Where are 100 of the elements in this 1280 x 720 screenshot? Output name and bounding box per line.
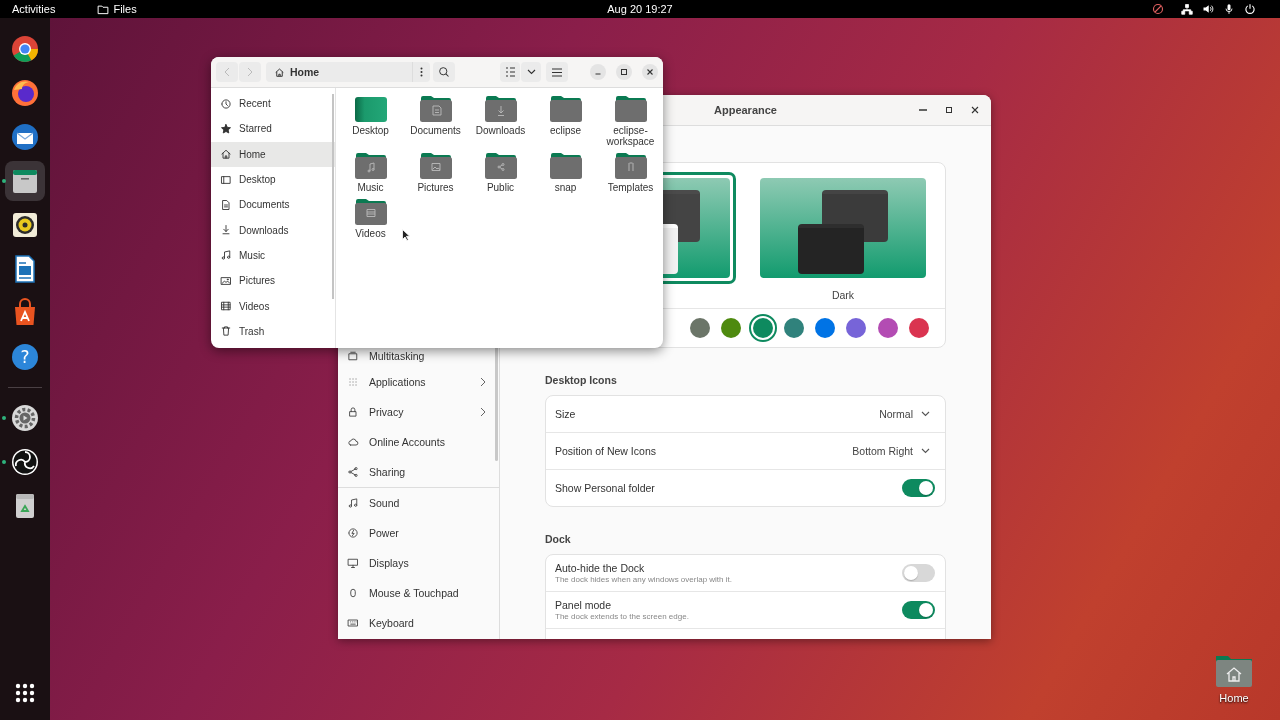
- share-icon: [347, 466, 359, 478]
- sidebar-item[interactable]: Online Accounts: [338, 427, 499, 457]
- accent-color-swatch[interactable]: [689, 318, 710, 338]
- sidebar-item[interactable]: Videos: [211, 293, 335, 319]
- window-title: Appearance: [714, 104, 777, 116]
- accent-color-swatch[interactable]: [783, 318, 804, 338]
- sidebar-item[interactable]: Keyboard: [338, 608, 499, 638]
- light-style-preview[interactable]: [661, 172, 736, 284]
- folder-music-icon[interactable]: [354, 153, 387, 179]
- chevron-down-icon: [526, 69, 536, 75]
- speaker-icon: [10, 210, 40, 240]
- lock-icon: [347, 406, 359, 418]
- folder-document-icon[interactable]: [419, 96, 452, 122]
- sidebar-item[interactable]: Desktop: [211, 166, 335, 193]
- dock-item[interactable]: [5, 161, 45, 201]
- sidebar-item[interactable]: Home: [211, 141, 335, 167]
- chevron-down-icon: [921, 411, 930, 417]
- search-icon: [438, 66, 450, 78]
- sidebar-item[interactable]: Applications: [338, 367, 499, 397]
- file-label: Desktop: [352, 125, 389, 136]
- folder-download-icon[interactable]: [484, 96, 517, 122]
- list-icon: [504, 67, 516, 77]
- close-icon: [970, 105, 980, 115]
- chevron-right-icon: [479, 407, 487, 417]
- sidebar-item[interactable]: Downloads: [211, 217, 335, 243]
- star-icon: [220, 122, 232, 135]
- sidebar-item[interactable]: Mouse & Touchpad: [338, 578, 499, 608]
- folder-film-icon[interactable]: [354, 199, 387, 225]
- folder-icon[interactable]: [549, 153, 582, 179]
- file-label: snap: [554, 182, 577, 193]
- record-icon[interactable]: [1152, 3, 1164, 15]
- accent-color-swatch[interactable]: [877, 318, 898, 338]
- sidebar-item[interactable]: Starred: [211, 116, 335, 142]
- browser-icon: [10, 34, 40, 64]
- cloud-icon: [347, 436, 359, 448]
- minimize-icon: [919, 109, 927, 111]
- app-menu[interactable]: Files: [91, 2, 143, 16]
- clock[interactable]: Aug 20 19:27: [601, 3, 679, 15]
- dropdown[interactable]: Bottom Right: [846, 441, 936, 461]
- file-label: Public: [486, 182, 515, 193]
- close-button[interactable]: [642, 64, 658, 80]
- folder-share-icon[interactable]: [484, 153, 517, 179]
- grid-icon: [347, 376, 359, 388]
- menu-button[interactable]: [546, 62, 568, 82]
- accent-color-swatch[interactable]: [815, 318, 836, 338]
- dropdown[interactable]: Normal: [873, 404, 936, 424]
- keyboard-icon: [347, 617, 359, 629]
- file-label: Videos: [355, 228, 386, 239]
- section-heading: Dock: [545, 533, 572, 545]
- more-icon: [420, 67, 423, 77]
- accent-color-swatch[interactable]: [909, 318, 929, 338]
- row-label: Panel mode: [555, 599, 613, 611]
- sidebar-item[interactable]: Power: [338, 518, 499, 548]
- rings-icon: [10, 447, 40, 477]
- sidebar-item[interactable]: Privacy: [338, 397, 499, 427]
- file-label: eclipse-workspace: [605, 125, 656, 147]
- image-icon: [220, 274, 232, 287]
- row-label: Size: [555, 408, 577, 420]
- chevron-left-icon: [223, 67, 231, 77]
- maximize-button[interactable]: [616, 64, 632, 80]
- file-label: eclipse: [549, 125, 582, 136]
- minimize-button[interactable]: [590, 64, 606, 80]
- sidebar-item[interactable]: Sound: [338, 488, 499, 518]
- volume-icon[interactable]: [1202, 3, 1214, 15]
- home-icon: [220, 148, 232, 161]
- folder-icon[interactable]: [549, 96, 582, 122]
- microphone-icon[interactable]: [1223, 3, 1235, 15]
- activities-button[interactable]: Activities: [6, 2, 62, 16]
- folder-template-icon[interactable]: [614, 153, 647, 179]
- desktop-folder-icon[interactable]: [354, 96, 387, 122]
- folder-icon[interactable]: [614, 96, 647, 122]
- list-view-button[interactable]: [500, 62, 520, 82]
- sidebar-item[interactable]: Documents: [211, 192, 335, 218]
- sidebar-item[interactable]: Trash: [211, 318, 335, 344]
- sidebar-item[interactable]: Music: [211, 242, 335, 269]
- sidebar-item[interactable]: Sharing: [338, 457, 499, 487]
- accent-color-swatch[interactable]: [846, 318, 867, 338]
- mouse-icon: [347, 587, 359, 599]
- folder-image-icon[interactable]: [419, 153, 452, 179]
- accent-color-swatch[interactable]: [721, 318, 742, 338]
- power-icon[interactable]: [1244, 3, 1256, 15]
- file-label: Music: [357, 182, 384, 193]
- toggle-switch[interactable]: [902, 479, 935, 497]
- sidebar-item[interactable]: Multitasking: [338, 350, 499, 367]
- icon-label: Home: [1219, 692, 1249, 704]
- sidebar-item[interactable]: Pictures: [211, 268, 335, 294]
- document-icon: [220, 198, 232, 211]
- row-label: Position of New Icons: [555, 445, 657, 457]
- power-icon: [347, 527, 359, 539]
- sidebar-item[interactable]: Displays: [338, 548, 499, 578]
- sidebar-item[interactable]: Recent: [211, 91, 335, 117]
- file-label: Documents: [410, 125, 461, 136]
- toggle-switch[interactable]: [902, 564, 935, 582]
- accent-color-swatch[interactable]: [752, 318, 773, 338]
- cursor-icon: [402, 229, 410, 241]
- search-button[interactable]: [433, 62, 455, 82]
- toggle-switch[interactable]: [902, 601, 935, 619]
- clock-icon: [220, 97, 232, 110]
- network-icon[interactable]: [1181, 3, 1193, 15]
- file-label: Pictures: [417, 182, 454, 193]
